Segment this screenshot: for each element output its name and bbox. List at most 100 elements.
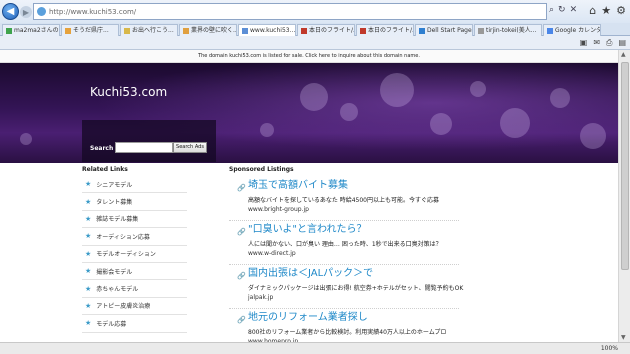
listing-title-link[interactable]: "口臭いよ"と言われたら？: [248, 224, 459, 236]
link-icon: 🔗: [237, 184, 246, 192]
search-input[interactable]: [115, 142, 173, 153]
stop-icon[interactable]: ✕: [570, 5, 578, 15]
browser-tab[interactable]: tirjin-tokei(美人...: [474, 24, 542, 36]
listing-url[interactable]: jalpak.jp: [248, 294, 459, 301]
listing-description: 800社のリフォーム業者から比較検討。利用実績40万人以上のホームプロ: [248, 329, 447, 336]
sponsored-listing: 🔗 地元のリフォーム業者探し 800社のリフォーム業者から比較検討。利用実績40万人…: [229, 309, 459, 342]
scroll-up-icon[interactable]: ▲: [621, 51, 626, 58]
tab-label: Google カレンダー...: [555, 26, 601, 34]
command-bar: ▣ ✉ ⎙ ▤: [0, 36, 630, 50]
browser-icons: ⌂ ★ ⚙: [589, 4, 626, 17]
bokeh-decoration: [470, 81, 486, 97]
browser-tab[interactable]: 本日のフライト/...: [297, 24, 355, 36]
tab-favicon-icon: [242, 27, 248, 34]
tab-label: そうだ県庁...: [73, 26, 109, 34]
address-tools: ⌕ ↻ ✕: [549, 5, 577, 15]
related-link-label: シニアモデル: [96, 181, 133, 189]
related-link-label: モデル応募: [96, 320, 127, 328]
related-link-item[interactable]: ★ 雑誌モデル募集: [82, 211, 187, 229]
related-link-item[interactable]: ★ 撮影会モデル: [82, 263, 187, 281]
print-icon[interactable]: ⎙: [606, 38, 612, 48]
search-panel: Search Search Ads: [82, 120, 216, 162]
sponsored-listing: 🔗 国内出張は＜JALパック＞で ダイナミックパッケージは出張にお得! 航空券+ホテ…: [229, 265, 463, 309]
tab-favicon-icon: [419, 27, 425, 34]
related-link-item[interactable]: ★ アトピー皮膚炎治療: [82, 298, 187, 316]
bokeh-decoration: [260, 123, 274, 137]
bokeh-decoration: [340, 103, 358, 121]
listing-title-link[interactable]: 埼玉で高額バイト募集: [248, 180, 459, 192]
site-title[interactable]: Kuchi53.com: [90, 85, 167, 99]
sponsored-listing: 🔗 埼玉で高額バイト募集高額なバイトを探しているあなた 時給4500円以上も可能。…: [229, 177, 459, 221]
scroll-down-icon[interactable]: ▼: [621, 334, 626, 341]
star-bullet-icon: ★: [85, 284, 92, 293]
listing-description: 高額なバイトを探しているあなた 時給4500円以上も可能。今すぐ応募: [248, 197, 439, 204]
tab-bar: ma2ma2さんの... そうだ県庁... お出へ行こう... 業界の壁に吹く... w…: [0, 23, 630, 36]
browser-tab[interactable]: 業界の壁に吹く...: [179, 24, 237, 36]
related-links-title: Related Links: [82, 166, 128, 173]
star-bullet-icon: ★: [85, 319, 92, 328]
related-link-item[interactable]: ★ モデル応募: [82, 315, 187, 333]
related-links: Related Links ★ シニアモデル ★ タレント募集 ★ 雑誌モデル募集 ★ オーデ…: [82, 166, 187, 333]
related-link-item[interactable]: ★ 赤ちゃんモデル: [82, 280, 187, 298]
related-link-label: 雑誌モデル募集: [96, 216, 139, 224]
tab-favicon-icon: [6, 27, 12, 34]
browser-tab[interactable]: ma2ma2さんの...: [2, 24, 60, 36]
listing-url[interactable]: www.bright-group.jp: [248, 206, 459, 213]
browser-tab[interactable]: Google カレンダー...: [543, 24, 601, 36]
listing-url[interactable]: www.w-direct.jp: [248, 250, 459, 257]
mail-icon[interactable]: ✉: [593, 38, 600, 48]
tab-label: お出へ行こう...: [132, 26, 174, 34]
back-button[interactable]: ◀: [2, 3, 19, 20]
page-menu-icon[interactable]: ▤: [618, 38, 626, 48]
vertical-scrollbar[interactable]: ▲ ▼: [618, 50, 630, 342]
listing-title-link[interactable]: 地元のリフォーム業者探し: [248, 312, 459, 324]
bokeh-decoration: [380, 73, 414, 107]
browser-tab[interactable]: そうだ県庁...: [61, 24, 119, 36]
browser-tab[interactable]: Dell Start Page: [415, 24, 473, 36]
browser-tab[interactable]: www.kuchi53...: [238, 24, 296, 36]
favorites-star-icon[interactable]: ★: [601, 4, 611, 17]
tab-favicon-icon: [547, 27, 553, 34]
related-link-label: アトピー皮膚炎治療: [96, 303, 151, 311]
address-bar[interactable]: http://www.kuchi53.com/: [33, 3, 547, 20]
listing-title-link[interactable]: 国内出張は＜JALパック＞で: [248, 268, 459, 280]
tab-favicon-icon: [65, 27, 71, 34]
bokeh-decoration: [580, 123, 606, 149]
tab-label: Dell Start Page: [427, 26, 472, 34]
forward-button[interactable]: ▶: [20, 6, 32, 18]
address-text: http://www.kuchi53.com/: [49, 7, 137, 16]
zoom-level[interactable]: 100%: [601, 345, 618, 352]
sponsored-listing: 🔗 "口臭いよ"と言われたら？ 人には聞かない、口が臭い 理由… 困った時、1秒で出…: [229, 221, 459, 265]
link-icon: 🔗: [237, 316, 246, 324]
star-bullet-icon: ★: [85, 214, 92, 223]
link-icon: 🔗: [237, 272, 246, 280]
star-bullet-icon: ★: [85, 197, 92, 206]
address-toolbar: ◀ ▶ http://www.kuchi53.com/ ⌕ ↻ ✕ ⌂ ★ ⚙: [0, 0, 630, 23]
scroll-thumb[interactable]: [621, 62, 629, 270]
link-icon: 🔗: [237, 228, 246, 236]
tab-label: 業界の壁に吹く...: [191, 26, 237, 34]
related-link-label: タレント募集: [96, 199, 133, 207]
search-dropdown-icon[interactable]: ⌕: [549, 5, 554, 15]
related-link-item[interactable]: ★ モデルオーディション: [82, 246, 187, 263]
tab-label: 本日のフライト/...: [368, 26, 414, 34]
related-link-label: 赤ちゃんモデル: [96, 286, 139, 294]
related-link-item[interactable]: ★ オーディション応募: [82, 228, 187, 246]
page-content: The domain kuchi53.com is listed for sal…: [0, 50, 618, 342]
home-icon[interactable]: ⌂: [589, 4, 596, 17]
browser-tab[interactable]: 本日のフライト/...: [356, 24, 414, 36]
sponsored-listings-title: Sponsored Listings: [229, 166, 294, 173]
search-ads-button[interactable]: Search Ads: [173, 142, 207, 153]
tab-favicon-icon: [301, 27, 307, 34]
browser-window: ◀ ▶ http://www.kuchi53.com/ ⌕ ↻ ✕ ⌂ ★ ⚙ …: [0, 0, 630, 354]
domain-sale-notice[interactable]: The domain kuchi53.com is listed for sal…: [0, 50, 618, 63]
feeds-icon[interactable]: ▣: [580, 38, 588, 48]
browser-tab[interactable]: お出へ行こう...: [120, 24, 178, 36]
gear-icon[interactable]: ⚙: [616, 4, 626, 17]
related-link-item[interactable]: ★ シニアモデル: [82, 176, 187, 194]
related-link-label: オーディション応募: [96, 233, 150, 241]
refresh-icon[interactable]: ↻: [558, 5, 566, 15]
search-label: Search: [90, 145, 114, 152]
related-link-item[interactable]: ★ タレント募集: [82, 193, 187, 211]
site-icon: [37, 7, 46, 16]
